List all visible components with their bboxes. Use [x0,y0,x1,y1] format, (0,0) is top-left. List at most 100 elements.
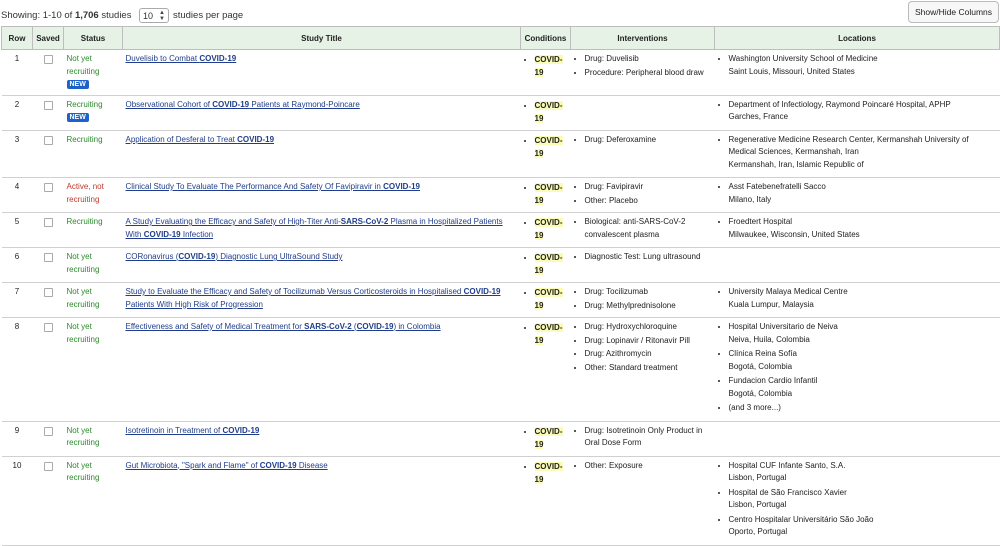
location-name: Washington University School of Medicine [728,54,878,63]
column-header-study-title[interactable]: Study Title [122,26,521,50]
study-title-link[interactable]: Clinical Study To Evaluate The Performan… [126,182,421,191]
conditions-cell: COVID-19 [520,49,571,96]
conditions-list: COVID-19 [524,425,568,451]
column-header-status[interactable]: Status [63,26,123,50]
table-row: 9 Not yet recruiting Isotretinoin in Treat… [1,421,1000,457]
row-number: 7 [14,287,20,296]
per-page-control: 10 ▲ ▼ studies per page [139,8,243,23]
study-title-link[interactable]: CORonavirus (COVID-19) Diagnostic Lung U… [126,252,343,261]
locations-cell: Hospital Universitario de Neiva Neiva, Hu… [714,317,1000,422]
save-study-checkbox[interactable] [43,253,53,262]
location-city: Garches, France [728,112,789,121]
interventions-list: Other: Exposure [574,460,712,473]
location-city: Lisbon, Portugal [728,500,787,509]
conditions-list: COVID-19 [524,251,568,277]
study-title-link[interactable]: Application of Desferal to Treat COVID-1… [126,135,275,144]
condition-item: COVID-19 [534,99,568,125]
location-name: (and 3 more...) [728,403,781,412]
intervention-item: Drug: Isotretinoin Only Product in Oral … [585,425,712,450]
interventions-list: Drug: Deferoxamine [574,134,712,147]
study-title-link[interactable]: Duvelisib to Combat COVID-19 [126,54,237,63]
highlight-term: COVID-19 [143,229,181,239]
conditions-cell: COVID-19 [520,421,571,457]
save-study-checkbox[interactable] [43,218,53,227]
save-study-checkbox[interactable] [43,100,53,110]
row-number-cell: 3 [1,130,33,178]
condition-item: COVID-19 [534,53,568,79]
title-cell: Clinical Study To Evaluate The Performan… [122,177,521,213]
column-header-conditions[interactable]: Conditions [520,26,571,50]
row-number: 6 [14,252,20,261]
study-title-link[interactable]: Gut Microbiota, "Spark and Flame" of COV… [126,461,328,470]
save-study-checkbox[interactable] [43,461,53,471]
row-number-cell: 7 [1,282,33,318]
status-cell: Not yet recruiting NEW [63,49,123,96]
intervention-item: Other: Placebo [585,195,712,208]
highlight-term: COVID-19 [356,322,394,331]
locations-cell [714,247,1000,283]
row-number: 2 [14,99,20,109]
save-study-checkbox[interactable] [43,426,53,436]
intervention-item: Procedure: Peripheral blood draw [585,67,712,80]
condition-item: COVID-19 [534,425,568,451]
location-name: Centro Hospitalar Universitário São João [728,514,874,524]
condition-text: COVID-19 [534,218,563,240]
locations-list: Hospital Universitario de Neiva Neiva, Hu… [718,321,997,415]
location-city: Milano, Italy [728,194,772,204]
locations-list: University Malaya Medical Centre Kuala Lu… [718,286,997,311]
per-page-select[interactable]: 10 ▲ ▼ [139,8,169,23]
row-number: 4 [14,182,20,191]
column-header-interventions[interactable]: Interventions [570,26,715,50]
table-row: 5 Recruiting A Study Evaluating the Effica… [1,212,1000,248]
save-study-checkbox[interactable] [43,183,53,192]
save-study-checkbox[interactable] [43,135,53,145]
save-study-checkbox[interactable] [43,55,53,64]
interventions-list: Drug: HydroxychloroquineDrug: Lopinavir … [574,321,712,374]
study-title-link[interactable]: Effectiveness and Safety of Medical Trea… [126,322,441,331]
study-title-link[interactable]: Study to Evaluate the Efficacy and Safet… [126,287,501,309]
study-title-link[interactable]: Observational Cohort of COVID-19 Patient… [126,100,360,109]
location-name: Regenerative Medicine Research Center, K… [728,134,969,157]
title-cell: Effectiveness and Safety of Medical Trea… [122,317,521,422]
row-number-cell: 1 [1,49,33,96]
column-header-saved[interactable]: Saved [32,26,64,50]
table-row: 6 Not yet recruiting CORonavirus (COVID-19… [1,247,1000,283]
status-text: Not yet recruiting [66,54,100,76]
study-title-link[interactable]: A Study Evaluating the Efficacy and Safe… [126,217,503,239]
location-name: Froedtert Hospital [728,217,793,226]
status-cell: Recruiting [63,212,123,248]
column-header-row[interactable]: Row [1,26,33,50]
title-cell: Isotretinoin in Treatment of COVID-19 [122,421,521,457]
title-cell: Gut Microbiota, "Spark and Flame" of COV… [122,456,521,546]
title-segment: Application of Desferal to Treat [125,134,238,144]
title-segment: Gut Microbiota, "Spark and Flame" of [125,460,260,470]
highlight-term: COVID-19 [259,460,297,470]
table-row: 8 Not yet recruiting Effectiveness and Saf… [1,317,1000,422]
column-header-locations[interactable]: Locations [714,26,1000,50]
condition-item: COVID-19 [534,134,568,160]
highlight-term: COVID-19 [222,425,260,435]
show-hide-columns-button[interactable]: Show/Hide Columns [908,1,999,23]
location-city: Bogotá, Colombia [728,361,793,371]
study-title-link[interactable]: Isotretinoin in Treatment of COVID-19 [126,426,260,435]
interventions-list: Drug: Isotretinoin Only Product in Oral … [574,425,712,450]
conditions-cell: COVID-19 [520,177,571,213]
condition-item: COVID-19 [534,181,568,207]
status-cell: Recruiting NEW [63,95,123,131]
locations-cell [714,421,1000,457]
title-segment: Disease [296,460,328,470]
new-badge: NEW [66,113,89,122]
new-badge: NEW [66,80,89,89]
conditions-cell: COVID-19 [520,130,571,178]
row-number-cell: 6 [1,247,33,283]
status-text: Not yet recruiting [66,287,100,309]
interventions-cell: Drug: HydroxychloroquineDrug: Lopinavir … [570,317,715,422]
save-study-checkbox[interactable] [43,323,53,332]
table-header-row: Row Saved Status Study Title Conditions … [1,26,1000,50]
interventions-list: Drug: TocilizumabDrug: Methylprednisolon… [574,286,712,312]
condition-text: COVID-19 [534,135,563,158]
saved-cell [32,317,64,422]
locations-list: Department of Infectiology, Raymond Poin… [718,99,997,124]
save-study-checkbox[interactable] [43,288,53,297]
conditions-cell: COVID-19 [520,247,571,283]
